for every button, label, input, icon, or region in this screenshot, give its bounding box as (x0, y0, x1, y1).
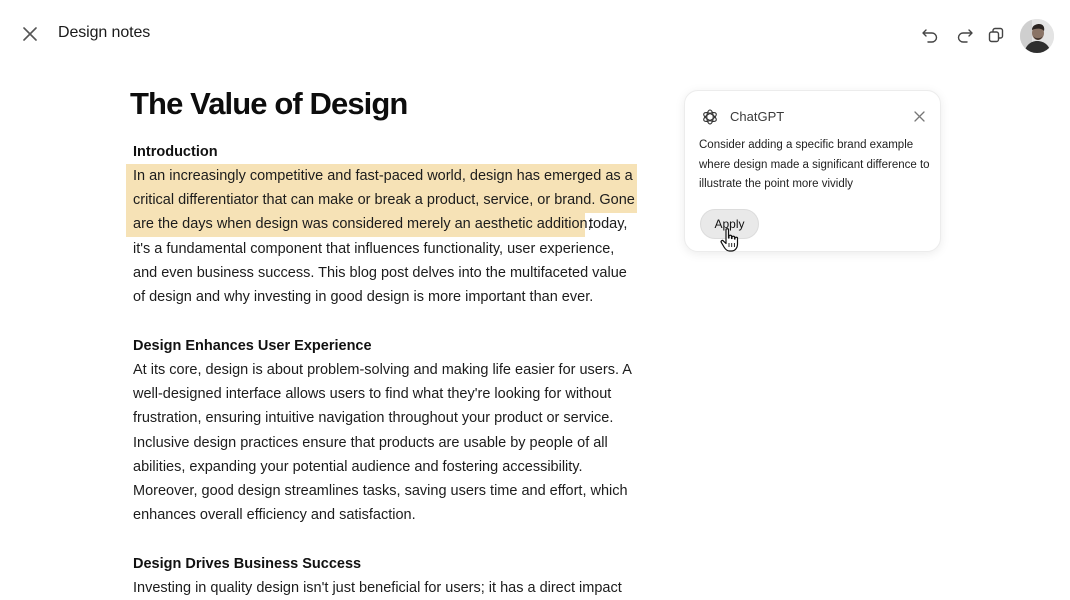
section-heading-user-experience: Design Enhances User Experience (133, 338, 372, 354)
paragraph-line: At its core, design is about problem-sol… (133, 362, 632, 378)
section-heading-business-success: Design Drives Business Success (133, 556, 362, 572)
user-avatar-icon (1020, 19, 1054, 53)
highlighted-text[interactable]: In an increasingly competitive and fast-… (133, 164, 633, 188)
paragraph-line: it's a fundamental component that influe… (133, 241, 615, 257)
paragraph-line: of design and why investing in good desi… (133, 289, 594, 305)
avatar[interactable] (1020, 19, 1054, 53)
top-bar: Design notes (0, 0, 1070, 68)
copy-button[interactable] (985, 24, 1007, 46)
paragraph-line: well-designed interface allows users to … (133, 386, 612, 402)
paragraph-line: Moreover, good design streamlines tasks,… (133, 483, 628, 499)
paragraph-line: enhances overall efficiency and satisfac… (133, 507, 416, 523)
assistant-name: ChatGPT (730, 109, 785, 124)
paragraph-line: frustration, ensuring intuitive navigati… (133, 410, 614, 426)
close-button[interactable] (18, 22, 42, 46)
chatgpt-logo-icon (703, 109, 717, 125)
section-heading-introduction: Introduction (133, 144, 218, 160)
hand-cursor-icon (720, 228, 739, 252)
suggestion-text: Consider adding a specific brand example… (699, 139, 930, 190)
document-title: Design notes (58, 24, 151, 41)
paragraph-line: Inclusive design practices ensure that p… (133, 435, 608, 451)
paragraph-line: and even business success. This blog pos… (133, 265, 627, 281)
copy-icon (988, 27, 1004, 43)
undo-button[interactable] (919, 24, 941, 46)
highlighted-text[interactable]: critical differentiator that can make or… (133, 188, 635, 212)
card-close-button[interactable] (911, 108, 927, 124)
redo-icon (957, 29, 973, 43)
paragraph-line: abilities, expanding your potential audi… (133, 459, 583, 475)
redo-button[interactable] (954, 24, 976, 46)
close-icon (913, 110, 925, 122)
page-title: The Value of Design (130, 86, 408, 121)
highlighted-text[interactable]: are the days when design was considered … (133, 212, 633, 236)
close-icon (23, 27, 37, 41)
paragraph-text: today, (589, 216, 628, 232)
paragraph-line: Investing in quality design isn't just b… (133, 580, 622, 596)
undo-icon (922, 29, 938, 43)
